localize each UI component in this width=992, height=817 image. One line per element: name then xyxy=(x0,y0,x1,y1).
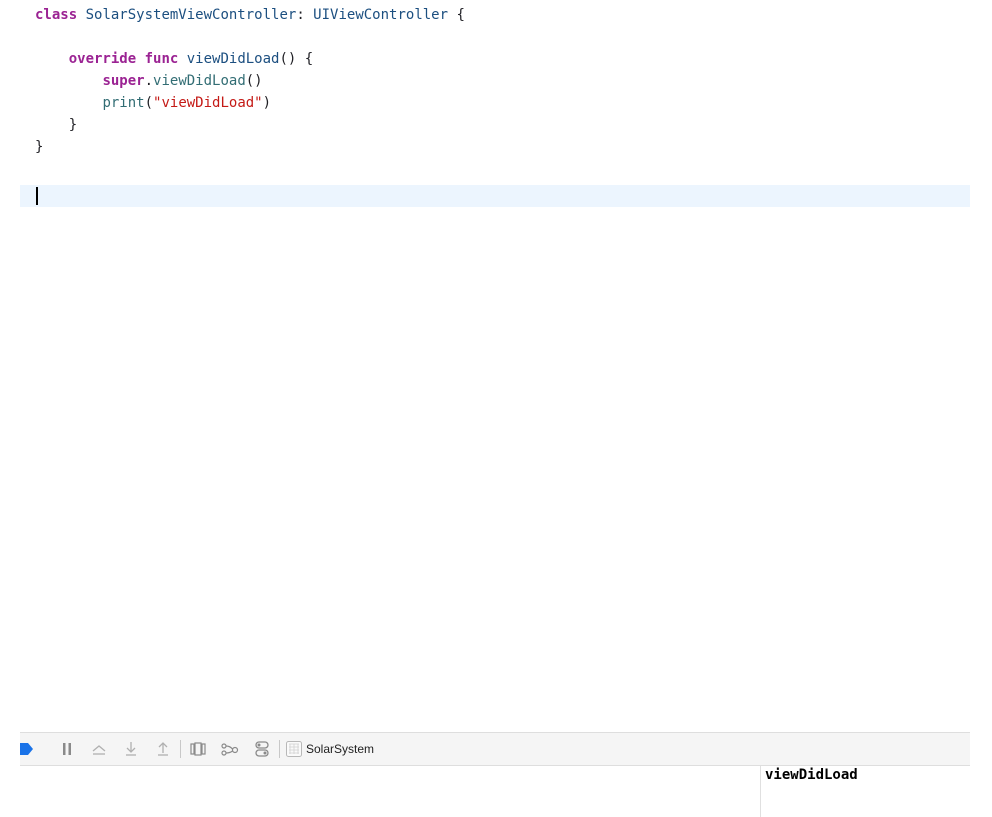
code-token: ) xyxy=(262,95,272,111)
step-over-icon xyxy=(92,745,106,755)
code-line[interactable]: } xyxy=(35,136,465,158)
code-token: class xyxy=(35,7,78,23)
code-token: SolarSystemViewController xyxy=(85,7,297,23)
code-token: { xyxy=(448,7,465,23)
debug-bar: SolarSystem xyxy=(20,732,970,766)
toolbar-separator xyxy=(180,740,181,758)
code-token: func xyxy=(144,51,179,67)
code-token: } xyxy=(35,139,44,155)
code-token: () xyxy=(245,73,263,89)
code-token: override xyxy=(68,51,137,67)
code-line[interactable]: class SolarSystemViewController: UIViewC… xyxy=(35,4,465,26)
scheme-name: SolarSystem xyxy=(306,742,375,756)
scheme-selector[interactable]: SolarSystem xyxy=(286,741,374,757)
code-token: ( xyxy=(144,95,154,111)
step-out-button[interactable] xyxy=(152,738,174,760)
code-line[interactable]: print("viewDidLoad") xyxy=(35,92,465,114)
code-token: } xyxy=(35,117,78,133)
text-cursor xyxy=(36,187,38,205)
current-line-highlight xyxy=(20,185,970,207)
code-token: () { xyxy=(279,51,314,67)
code-line[interactable]: } xyxy=(35,114,465,136)
code-token: super xyxy=(102,73,145,89)
code-token: : xyxy=(296,7,314,23)
view-hierarchy-button[interactable] xyxy=(187,738,209,760)
console-output-text: viewDidLoad xyxy=(765,767,858,783)
memory-graph-button[interactable] xyxy=(219,738,241,760)
step-over-button[interactable] xyxy=(88,738,110,760)
toolbar-separator xyxy=(279,740,280,758)
code-token: print xyxy=(102,95,145,111)
variables-view[interactable] xyxy=(20,766,760,817)
step-into-button[interactable] xyxy=(120,738,142,760)
step-out-icon xyxy=(158,742,168,756)
source-editor[interactable]: class SolarSystemViewController: UIViewC… xyxy=(0,0,992,732)
step-into-icon xyxy=(126,742,136,756)
pause-icon xyxy=(63,743,71,755)
code-token: "viewDidLoad" xyxy=(153,95,263,111)
environment-overrides-button[interactable] xyxy=(251,738,273,760)
environment-overrides-icon xyxy=(255,741,269,757)
code-line[interactable]: override func viewDidLoad() { xyxy=(35,48,465,70)
code-line[interactable]: super.viewDidLoad() xyxy=(35,70,465,92)
code-token: . xyxy=(144,73,154,89)
breakpoints-toggle-icon xyxy=(20,743,33,755)
code-token: UIViewController xyxy=(313,7,449,23)
code-area[interactable]: class SolarSystemViewController: UIViewC… xyxy=(35,4,465,158)
breakpoints-toggle-button[interactable] xyxy=(16,738,38,760)
app-target-icon xyxy=(286,741,302,757)
pause-button[interactable] xyxy=(56,738,78,760)
memory-graph-icon xyxy=(221,743,239,756)
code-token: viewDidLoad xyxy=(186,51,280,67)
console-output[interactable]: viewDidLoad xyxy=(760,766,971,817)
code-token: viewDidLoad xyxy=(153,73,246,89)
code-line[interactable] xyxy=(35,26,465,48)
view-hierarchy-icon xyxy=(190,742,206,756)
